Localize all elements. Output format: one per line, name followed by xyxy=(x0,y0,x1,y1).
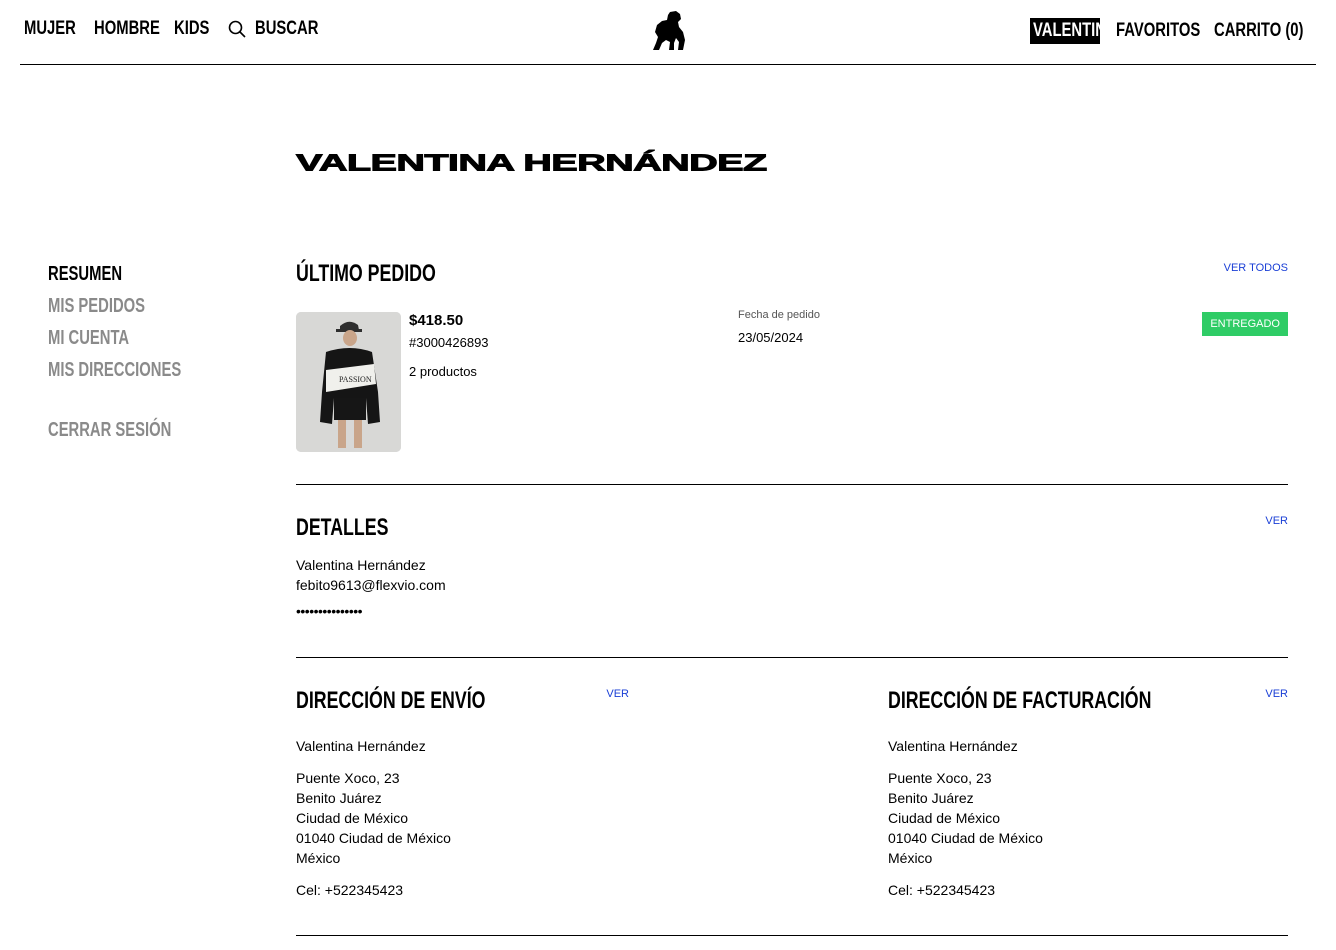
site-header: MUJER HOMBRE KIDS BUSCAR VALENTINA FAVOR… xyxy=(20,0,1316,65)
nav-link-hombre[interactable]: HOMBRE xyxy=(94,18,160,40)
account-nav: VALENTINA FAVORITOS CARRITO (0) xyxy=(1030,18,1303,44)
status-badge: ENTREGADO xyxy=(1202,312,1288,336)
favorites-link[interactable]: FAVORITOS xyxy=(1116,20,1200,42)
shipping-country: México xyxy=(296,850,341,866)
last-order-section: ÚLTIMO PEDIDO VER TODOS PASSION $418.50 … xyxy=(296,250,1288,484)
shipping-district: Benito Juárez xyxy=(296,790,382,806)
details-name: Valentina Hernández xyxy=(296,557,426,573)
shipping-name: Valentina Hernández xyxy=(296,738,426,754)
nav-link-kids[interactable]: KIDS xyxy=(174,18,209,40)
main-nav: MUJER HOMBRE KIDS BUSCAR xyxy=(24,18,336,40)
page-title: VALENTINA HERNÁNDEZ xyxy=(295,149,768,176)
svg-text:PASSION: PASSION xyxy=(339,375,372,384)
cart-link[interactable]: CARRITO (0) xyxy=(1214,20,1303,42)
shipping-postal: 01040 Ciudad de México xyxy=(296,830,451,846)
details-section: DETALLES VER Valentina Hernández febito9… xyxy=(296,484,1288,657)
details-email: febito9613@flexvio.com xyxy=(296,577,446,593)
order-date-value: 23/05/2024 xyxy=(738,330,804,345)
nav-link-mujer[interactable]: MUJER xyxy=(24,18,76,40)
billing-title: DIRECCIÓN DE FACTURACIÓN xyxy=(888,687,1152,714)
nav-item-hombre[interactable]: HOMBRE xyxy=(94,18,160,40)
details-view-link[interactable]: VER xyxy=(1265,515,1288,527)
favorites-label[interactable]: FAVORITOS xyxy=(1116,20,1200,42)
billing-phone: Cel: +522345423 xyxy=(888,882,996,898)
sidebar-item-mi-cuenta[interactable]: MI CUENTA xyxy=(48,324,196,356)
sidebar-item-mis-pedidos[interactable]: MIS PEDIDOS xyxy=(48,292,196,324)
sidebar-item-resumen[interactable]: RESUMEN xyxy=(48,260,196,292)
billing-street: Puente Xoco, 23 xyxy=(888,770,992,786)
product-photo: PASSION xyxy=(296,312,401,452)
cart-label[interactable]: CARRITO (0) xyxy=(1214,20,1303,42)
search-label[interactable]: BUSCAR xyxy=(255,18,318,40)
user-account-button[interactable]: VALENTINA xyxy=(1030,18,1117,44)
shipping-city: Ciudad de México xyxy=(296,810,409,826)
billing-postal: 01040 Ciudad de México xyxy=(888,830,1043,846)
dog-logo-icon[interactable] xyxy=(650,10,686,52)
order-product-count: 2 productos xyxy=(409,364,477,379)
user-name-label[interactable]: VALENTINA xyxy=(1033,20,1117,42)
sidebar-item-mis-direcciones[interactable]: MIS DIRECCIONES xyxy=(48,356,196,388)
account-sidebar: RESUMEN MIS PEDIDOS MI CUENTA MIS DIRECC… xyxy=(48,260,248,448)
search-icon xyxy=(228,20,246,38)
order-date-label: Fecha de pedido xyxy=(738,309,820,321)
view-all-orders-link[interactable]: VER TODOS xyxy=(1224,262,1288,274)
details-password: ••••••••••••••• xyxy=(296,603,363,619)
billing-city: Ciudad de México xyxy=(888,810,1001,826)
shipping-phone: Cel: +522345423 xyxy=(296,882,404,898)
shipping-view-link[interactable]: VER xyxy=(606,688,629,700)
nav-item-kids[interactable]: KIDS xyxy=(174,18,209,40)
order-product-image[interactable]: PASSION xyxy=(296,312,401,452)
search-button[interactable]: BUSCAR xyxy=(228,18,336,40)
billing-name: Valentina Hernández xyxy=(888,738,1018,754)
shipping-title: DIRECCIÓN DE ENVÍO xyxy=(296,687,486,714)
logout-button[interactable]: CERRAR SESIÓN xyxy=(48,416,196,448)
billing-country: México xyxy=(888,850,933,866)
shipping-address-section: DIRECCIÓN DE ENVÍO VER Valentina Hernánd… xyxy=(296,657,629,935)
divider xyxy=(296,935,1288,936)
details-title: DETALLES xyxy=(296,514,389,541)
order-number[interactable]: #3000426893 xyxy=(409,335,489,350)
billing-district: Benito Juárez xyxy=(888,790,974,806)
last-order-title: ÚLTIMO PEDIDO xyxy=(296,260,436,287)
billing-address-section: DIRECCIÓN DE FACTURACIÓN VER Valentina H… xyxy=(888,657,1288,935)
nav-item-mujer[interactable]: MUJER xyxy=(24,18,76,40)
order-price: $418.50 xyxy=(409,312,464,329)
billing-view-link[interactable]: VER xyxy=(1265,688,1288,700)
shipping-street: Puente Xoco, 23 xyxy=(296,770,400,786)
